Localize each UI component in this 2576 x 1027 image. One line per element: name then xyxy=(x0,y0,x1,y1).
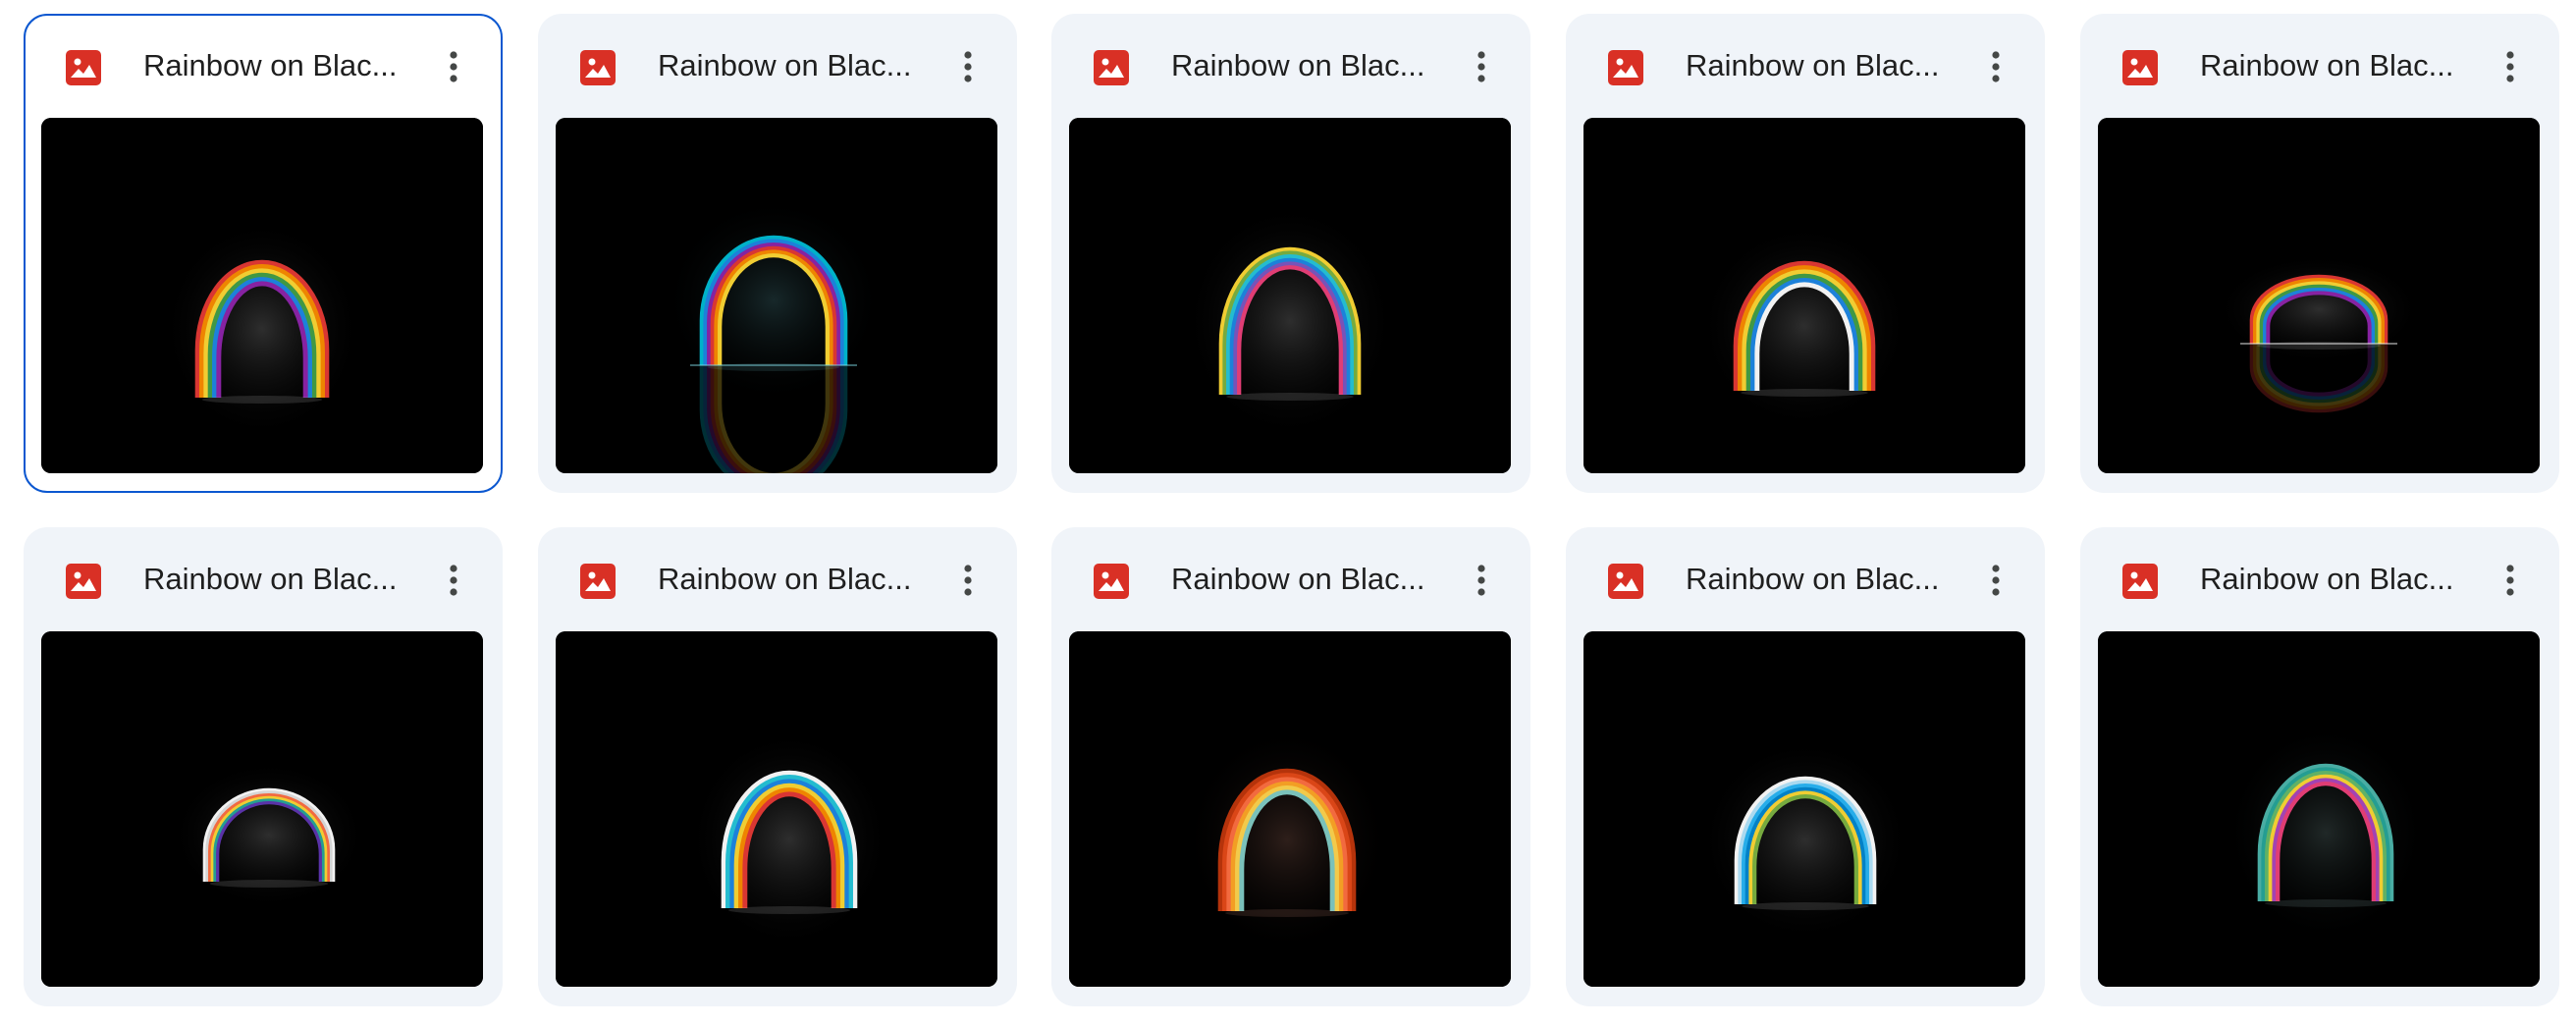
file-name: Rainbow on Blac... xyxy=(143,562,398,596)
image-thumbnail[interactable] xyxy=(1069,118,1511,473)
file-name: Rainbow on Blac... xyxy=(1686,562,1940,596)
file-card-header: Rainbow on Blac... xyxy=(1566,14,2045,118)
more-options-button[interactable] xyxy=(1456,41,1507,92)
more-vert-icon xyxy=(1992,565,2000,596)
more-vert-icon xyxy=(1477,565,1485,596)
image-icon xyxy=(65,563,102,600)
file-card-header: Rainbow on Blac... xyxy=(24,14,499,118)
more-options-button[interactable] xyxy=(1970,555,2021,606)
image-thumbnail[interactable] xyxy=(1583,118,2025,473)
image-icon xyxy=(2121,563,2159,600)
file-card-header: Rainbow on Blac... xyxy=(2080,527,2559,631)
image-thumbnail[interactable] xyxy=(41,118,483,473)
file-name: Rainbow on Blac... xyxy=(2200,562,2454,596)
more-options-button[interactable] xyxy=(2485,41,2536,92)
image-thumbnail[interactable] xyxy=(2098,631,2540,987)
file-card[interactable]: Rainbow on Blac... xyxy=(538,14,1017,493)
more-options-button[interactable] xyxy=(942,555,993,606)
image-thumbnail[interactable] xyxy=(2098,118,2540,473)
image-icon xyxy=(1607,49,1644,86)
more-vert-icon xyxy=(2506,565,2514,596)
image-icon xyxy=(1093,49,1130,86)
file-name: Rainbow on Blac... xyxy=(143,48,398,82)
file-card[interactable]: Rainbow on Blac... xyxy=(1566,14,2045,493)
image-thumbnail[interactable] xyxy=(556,118,997,473)
image-thumbnail[interactable] xyxy=(41,631,483,987)
file-card-header: Rainbow on Blac... xyxy=(2080,14,2559,118)
more-options-button[interactable] xyxy=(2485,555,2536,606)
image-icon xyxy=(2121,49,2159,86)
more-vert-icon xyxy=(964,565,972,596)
image-thumbnail[interactable] xyxy=(1069,631,1511,987)
file-card-header: Rainbow on Blac... xyxy=(1051,14,1530,118)
file-card-header: Rainbow on Blac... xyxy=(538,14,1017,118)
file-card[interactable]: Rainbow on Blac... xyxy=(2080,14,2559,493)
more-options-button[interactable] xyxy=(942,41,993,92)
more-options-button[interactable] xyxy=(428,41,479,92)
file-name: Rainbow on Blac... xyxy=(1171,48,1425,82)
file-card[interactable]: Rainbow on Blac... xyxy=(1051,527,1530,1006)
file-card-header: Rainbow on Blac... xyxy=(538,527,1017,631)
file-card[interactable]: Rainbow on Blac... xyxy=(1566,527,2045,1006)
file-card[interactable]: Rainbow on Blac... xyxy=(24,14,503,493)
more-vert-icon xyxy=(450,565,457,596)
file-card-header: Rainbow on Blac... xyxy=(24,527,503,631)
file-name: Rainbow on Blac... xyxy=(658,562,912,596)
file-name: Rainbow on Blac... xyxy=(658,48,912,82)
file-name: Rainbow on Blac... xyxy=(2200,48,2454,82)
image-icon xyxy=(65,49,102,86)
more-vert-icon xyxy=(964,51,972,82)
more-vert-icon xyxy=(1992,51,2000,82)
file-name: Rainbow on Blac... xyxy=(1171,562,1425,596)
file-card-header: Rainbow on Blac... xyxy=(1566,527,2045,631)
more-options-button[interactable] xyxy=(428,555,479,606)
image-thumbnail[interactable] xyxy=(556,631,997,987)
image-icon xyxy=(579,563,617,600)
more-options-button[interactable] xyxy=(1970,41,2021,92)
file-name: Rainbow on Blac... xyxy=(1686,48,1940,82)
image-icon xyxy=(579,49,617,86)
file-card[interactable]: Rainbow on Blac... xyxy=(24,527,503,1006)
file-card[interactable]: Rainbow on Blac... xyxy=(1051,14,1530,493)
image-thumbnail[interactable] xyxy=(1583,631,2025,987)
file-card[interactable]: Rainbow on Blac... xyxy=(538,527,1017,1006)
file-card[interactable]: Rainbow on Blac... xyxy=(2080,527,2559,1006)
image-icon xyxy=(1093,563,1130,600)
more-vert-icon xyxy=(2506,51,2514,82)
file-card-header: Rainbow on Blac... xyxy=(1051,527,1530,631)
image-icon xyxy=(1607,563,1644,600)
file-grid: Rainbow on Blac... Rainbow on Blac... Ra… xyxy=(0,0,2576,1027)
more-vert-icon xyxy=(450,51,457,82)
more-options-button[interactable] xyxy=(1456,555,1507,606)
more-vert-icon xyxy=(1477,51,1485,82)
